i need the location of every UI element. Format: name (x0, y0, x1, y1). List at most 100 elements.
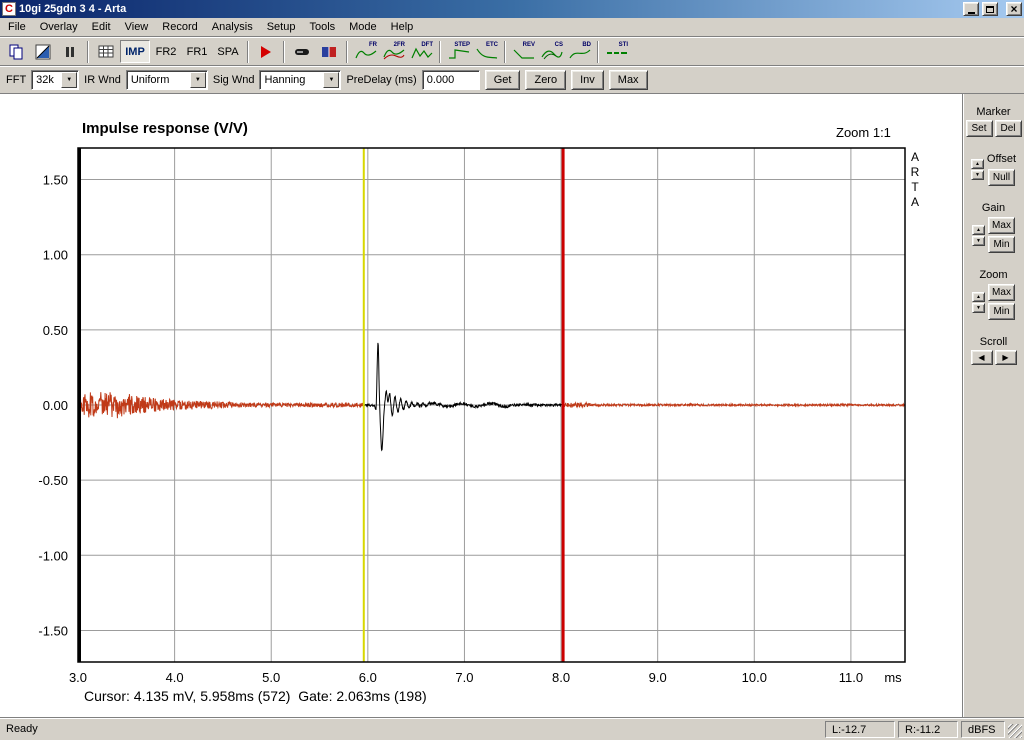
separator (87, 40, 89, 63)
menu-view[interactable]: View (118, 18, 156, 37)
main-toolbar: IMP FR2 FR1 SPA FR 2FR DFT STEP ETC REV … (0, 37, 1024, 66)
svg-text:ms: ms (884, 670, 902, 685)
status-right-level: R:-11.2 (898, 720, 958, 738)
ir-wnd-label: IR Wnd (84, 74, 121, 86)
chart-2fr-button[interactable]: 2FR (380, 40, 407, 63)
2fr-curve-icon (383, 49, 405, 60)
inv-button[interactable]: Inv (571, 70, 604, 90)
gain-up-button[interactable]: ▲ (972, 224, 985, 235)
scroll-left-button[interactable]: ◀ (970, 350, 993, 365)
chart-fr-button[interactable]: FR (352, 40, 379, 63)
menu-help[interactable]: Help (384, 18, 421, 37)
chart-etc-button[interactable]: ETC (473, 40, 500, 63)
svg-text:-0.50: -0.50 (38, 473, 68, 488)
chevron-down-icon[interactable]: ▼ (189, 72, 206, 88)
zoom-min-button[interactable]: Min (988, 303, 1015, 320)
menu-file[interactable]: File (1, 18, 33, 37)
level-meter-icon (322, 46, 336, 57)
menu-record[interactable]: Record (155, 18, 204, 37)
maximize-button[interactable] (982, 2, 998, 16)
mode-imp-button[interactable]: IMP (120, 40, 150, 63)
sig-wnd-select[interactable]: Hanning ▼ (259, 70, 342, 90)
chevron-down-icon[interactable]: ▼ (61, 72, 78, 88)
step-curve-icon (449, 49, 470, 59)
close-icon: × (1010, 2, 1018, 16)
resize-grip[interactable] (1008, 724, 1022, 738)
impulse-response-plot[interactable]: 1.50 1.00 0.50 0.00 -0.50 -1.00 -1.50 3.0 4.0 5.0… (0, 94, 962, 717)
close-button[interactable]: × (1006, 2, 1022, 16)
offset-null-button[interactable]: Null (988, 169, 1015, 186)
zoom-max-button[interactable]: Max (988, 284, 1015, 301)
marker-set-button[interactable]: Set (965, 120, 993, 137)
statusbar: Ready L:-12.7 R:-11.2 dBFS (0, 717, 1024, 740)
zero-button[interactable]: Zero (525, 70, 567, 90)
offset-label: Offset (986, 153, 1017, 165)
copy-icon (9, 44, 23, 59)
separator (439, 40, 441, 63)
status-left-level: L:-12.7 (825, 720, 895, 738)
pause-button[interactable] (57, 40, 83, 63)
mode-spa-button[interactable]: SPA (213, 40, 243, 63)
menu-overlay[interactable]: Overlay (33, 18, 85, 37)
menu-edit[interactable]: Edit (85, 18, 118, 37)
ir-wnd-select[interactable]: Uniform ▼ (125, 70, 208, 90)
side-panel: Marker Set Del ▲ ▼ Offset Null Gain ▲ ▼ … (962, 94, 1024, 717)
status-ready: Ready (6, 723, 38, 735)
generator-icon (295, 48, 309, 55)
scroll-right-button[interactable]: ▶ (994, 350, 1017, 365)
menu-mode[interactable]: Mode (342, 18, 384, 37)
offset-down-button[interactable]: ▼ (970, 170, 984, 180)
predelay-input[interactable] (421, 70, 480, 90)
grid-button[interactable] (93, 40, 119, 63)
record-play-button[interactable] (253, 40, 279, 63)
zoom-up-button[interactable]: ▲ (972, 291, 985, 302)
max-button[interactable]: Max (608, 70, 648, 90)
chart-bd-button[interactable]: BD (566, 40, 593, 63)
get-button[interactable]: Get (484, 70, 521, 90)
window-title: 10gi 25gdn 3 4 - Arta (19, 3, 127, 15)
marker-del-button[interactable]: Del (994, 120, 1022, 137)
menu-analysis[interactable]: Analysis (205, 18, 260, 37)
chart-rev-button[interactable]: REV (510, 40, 537, 63)
chart-step-button[interactable]: STEP (445, 40, 472, 63)
chevron-down-icon[interactable]: ▼ (323, 72, 340, 88)
chart-dft-button[interactable]: DFT (408, 40, 435, 63)
maximize-icon (986, 5, 994, 13)
svg-text:11.0: 11.0 (839, 670, 863, 685)
svg-text:4.0: 4.0 (166, 670, 184, 685)
svg-text:9.0: 9.0 (649, 670, 667, 685)
svg-text:3.0: 3.0 (69, 670, 87, 685)
gain-min-button[interactable]: Min (988, 236, 1015, 253)
menu-tools[interactable]: Tools (302, 18, 342, 37)
minimize-button[interactable] (963, 2, 979, 16)
sig-wnd-label: Sig Wnd (212, 74, 255, 86)
zoom-down-button[interactable]: ▼ (972, 302, 985, 313)
svg-text:8.0: 8.0 (552, 670, 570, 685)
predelay-label: PreDelay (ms) (346, 74, 417, 86)
svg-text:-1.00: -1.00 (38, 548, 68, 563)
offset-up-button[interactable]: ▲ (970, 159, 984, 169)
app-icon: C (2, 2, 16, 16)
copy-button[interactable] (3, 40, 29, 63)
svg-text:-1.50: -1.50 (38, 623, 68, 638)
menu-setup[interactable]: Setup (260, 18, 303, 37)
zoom-label: Zoom (979, 269, 1008, 281)
gain-max-button[interactable]: Max (988, 217, 1015, 234)
fft-label: FFT (6, 74, 27, 86)
color-setup-button[interactable] (30, 40, 56, 63)
main-area: 1.50 1.00 0.50 0.00 -0.50 -1.00 -1.50 3.0 4.0 5.0… (0, 94, 1024, 717)
gain-down-button[interactable]: ▼ (972, 235, 985, 246)
mode-fr2-button[interactable]: FR2 (151, 40, 181, 63)
svg-text:0.50: 0.50 (43, 323, 68, 338)
fft-select[interactable]: 32k ▼ (31, 70, 80, 90)
titlebar: C 10gi 25gdn 3 4 - Arta × (0, 0, 1024, 18)
minimize-icon (967, 11, 975, 14)
gain-label: Gain (981, 202, 1006, 214)
mode-fr1-button[interactable]: FR1 (182, 40, 212, 63)
chart-cs-button[interactable]: CS (538, 40, 565, 63)
audio-device-button[interactable] (316, 40, 342, 63)
svg-text:10.0: 10.0 (742, 670, 767, 685)
signal-generator-button[interactable] (289, 40, 315, 63)
chart-sti-button[interactable]: STI (603, 40, 630, 63)
cs-curve-icon (541, 50, 563, 60)
